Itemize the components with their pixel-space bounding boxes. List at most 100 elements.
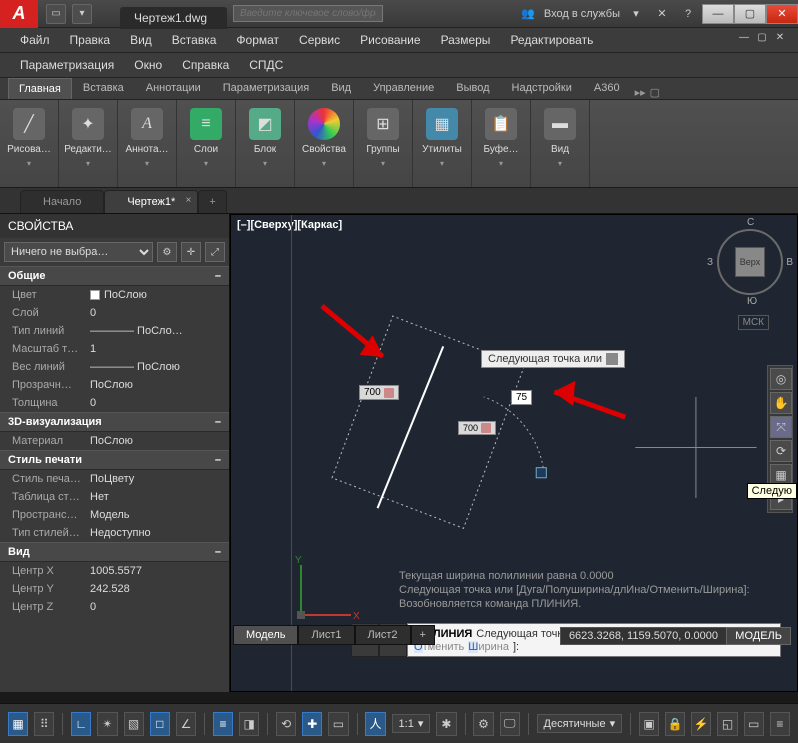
signin-dropdown-icon[interactable]: ▾ [626, 5, 646, 23]
menu-insert[interactable]: Вставка [162, 30, 227, 50]
ribbon-btn-draw[interactable]: ╱Рисова…▾ [4, 104, 54, 180]
prop-value[interactable]: 242.528 [90, 583, 229, 595]
status-scale-dropdown[interactable]: 1:1 ▾ [392, 714, 431, 733]
menu-spds[interactable]: СПДС [239, 55, 293, 75]
ribbon-tab-home[interactable]: Главная [8, 78, 72, 99]
layout-tab-sheet2[interactable]: Лист2 [355, 625, 411, 645]
prop-row[interactable]: МатериалПоСлою [0, 432, 229, 450]
status-clean-icon[interactable]: ▭ [744, 712, 764, 736]
qat-open-icon[interactable]: ▾ [72, 4, 92, 24]
prop-value[interactable]: ПоСлою [90, 435, 229, 447]
prop-value[interactable]: 0 [90, 307, 229, 319]
quick-select-icon[interactable]: ⚙ [157, 242, 177, 262]
prop-row[interactable]: Центр Y242.528 [0, 580, 229, 598]
status-otrack-icon[interactable]: ∠ [176, 712, 196, 736]
status-osnap-icon[interactable]: □ [150, 712, 170, 736]
prop-value[interactable]: ПоЦвету [90, 473, 229, 485]
menu-modify[interactable]: Редактировать [500, 30, 603, 50]
status-monitor-icon[interactable]: 🖵 [500, 712, 520, 736]
help-search-input[interactable] [233, 5, 383, 22]
file-tab-start[interactable]: Начало [20, 190, 104, 213]
minimize-button[interactable]: — [702, 4, 734, 24]
prop-value[interactable]: ———— ПоСло… [90, 325, 229, 337]
prop-row[interactable]: Слой0 [0, 304, 229, 322]
prop-row[interactable]: Тип стилей…Недоступно [0, 524, 229, 542]
file-tab-drawing1[interactable]: Чертеж1* [104, 190, 198, 213]
viewcube-face[interactable]: Верх [735, 247, 765, 277]
menu-window[interactable]: Окно [124, 55, 172, 75]
status-annoscale-icon[interactable]: 人 [365, 712, 385, 736]
status-lock-icon[interactable]: 🔒 [665, 712, 685, 736]
prop-value[interactable]: Недоступно [90, 527, 229, 539]
maximize-button[interactable]: ▢ [734, 4, 766, 24]
ribbon-tab-a360[interactable]: A360 [583, 77, 631, 99]
drawing-viewport[interactable]: [–][Сверху][Каркас] 700 75 [230, 214, 798, 692]
dynamic-input-angle[interactable]: 75 [511, 390, 532, 405]
prop-value[interactable]: 1005.5577 [90, 565, 229, 577]
ribbon-btn-clipboard[interactable]: 📋Буфе…▾ [476, 104, 526, 180]
status-grid-icon[interactable]: ▦ [8, 712, 28, 736]
status-snap-icon[interactable]: ⠿ [34, 712, 54, 736]
layout-tab-model[interactable]: Модель [233, 625, 298, 645]
prop-row[interactable]: Таблица ст…Нет [0, 488, 229, 506]
ribbon-btn-properties[interactable]: Свойства▾ [299, 104, 349, 180]
help-icon[interactable]: ? [678, 5, 698, 23]
ribbon-btn-annotate[interactable]: AАннота…▾ [122, 104, 172, 180]
nav-zoom-extents-icon[interactable]: ⤧ [770, 416, 792, 438]
status-qp-icon[interactable]: ▣ [639, 712, 659, 736]
prop-group-header[interactable]: Стиль печати– [0, 450, 229, 470]
prop-value[interactable]: ———— ПоСлою [90, 361, 229, 373]
select-objects-icon[interactable]: ⤢ [205, 242, 225, 262]
ribbon-tab-parametric[interactable]: Параметризация [212, 77, 320, 99]
app-logo[interactable]: A [0, 0, 38, 28]
gear-icon[interactable] [606, 353, 618, 365]
file-tab-add[interactable]: + [198, 190, 226, 213]
ribbon-tab-manage[interactable]: Управление [362, 77, 445, 99]
menu-draw[interactable]: Рисование [350, 30, 430, 50]
doc-close-icon[interactable]: ✕ [772, 30, 788, 44]
status-customize-icon[interactable]: ≡ [770, 712, 790, 736]
menu-format[interactable]: Формат [226, 30, 289, 50]
prop-value[interactable]: Нет [90, 491, 229, 503]
prop-row[interactable]: Вес линий———— ПоСлою [0, 358, 229, 376]
status-iso-icon[interactable]: ▧ [124, 712, 144, 736]
pick-add-icon[interactable]: ✛ [181, 242, 201, 262]
nav-wheel-icon[interactable]: ◎ [770, 368, 792, 390]
ribbon-tab-output[interactable]: Вывод [445, 77, 500, 99]
menu-parametric[interactable]: Параметризация [10, 55, 124, 75]
qat-new-icon[interactable]: ▭ [46, 4, 66, 24]
status-isolate-icon[interactable]: ◱ [717, 712, 737, 736]
wcs-label[interactable]: МСК [738, 315, 769, 330]
properties-selection-dropdown[interactable]: Ничего не выбра… [4, 242, 153, 262]
status-dynamic-input-icon[interactable]: ✚ [302, 712, 322, 736]
ribbon-tab-annotate[interactable]: Аннотации [135, 77, 212, 99]
status-units-dropdown[interactable]: Десятичные ▾ [537, 714, 623, 733]
ribbon-overflow-icon[interactable]: ▸▸ [635, 86, 646, 99]
doc-minimize-icon[interactable]: — [736, 30, 752, 44]
prop-row[interactable]: Прозрачн…ПоСлою [0, 376, 229, 394]
layout-tab-sheet1[interactable]: Лист1 [298, 625, 354, 645]
ribbon-btn-view[interactable]: ▬Вид▾ [535, 104, 585, 180]
prop-row[interactable]: ЦветПоСлою [0, 286, 229, 304]
nav-orbit-icon[interactable]: ⟳ [770, 440, 792, 462]
ribbon-btn-groups[interactable]: ⊞Группы▾ [358, 104, 408, 180]
ribbon-collapse-icon[interactable]: ▢ [650, 86, 660, 99]
status-quick-properties-icon[interactable]: ▭ [328, 712, 348, 736]
menu-file[interactable]: Файл [10, 30, 60, 50]
prop-value[interactable]: 1 [90, 343, 229, 355]
prop-value[interactable]: Модель [90, 509, 229, 521]
menu-help[interactable]: Справка [172, 55, 239, 75]
prop-value[interactable]: ПоСлою [90, 289, 229, 301]
ribbon-btn-utilities[interactable]: ▦Утилиты▾ [417, 104, 467, 180]
prop-row[interactable]: Пространс…Модель [0, 506, 229, 524]
prop-value[interactable]: 0 [90, 601, 229, 613]
status-annovis-icon[interactable]: ✱ [436, 712, 456, 736]
prop-row[interactable]: Толщина0 [0, 394, 229, 412]
infocenter-icon[interactable]: 👥 [518, 5, 538, 23]
menu-tools[interactable]: Сервис [289, 30, 350, 50]
menu-edit[interactable]: Правка [60, 30, 121, 50]
prop-row[interactable]: Центр Z0 [0, 598, 229, 616]
status-lineweight-icon[interactable]: ≡ [213, 712, 233, 736]
close-button[interactable]: ✕ [766, 4, 798, 24]
viewcube[interactable]: Верх С Ю В З [717, 229, 783, 295]
